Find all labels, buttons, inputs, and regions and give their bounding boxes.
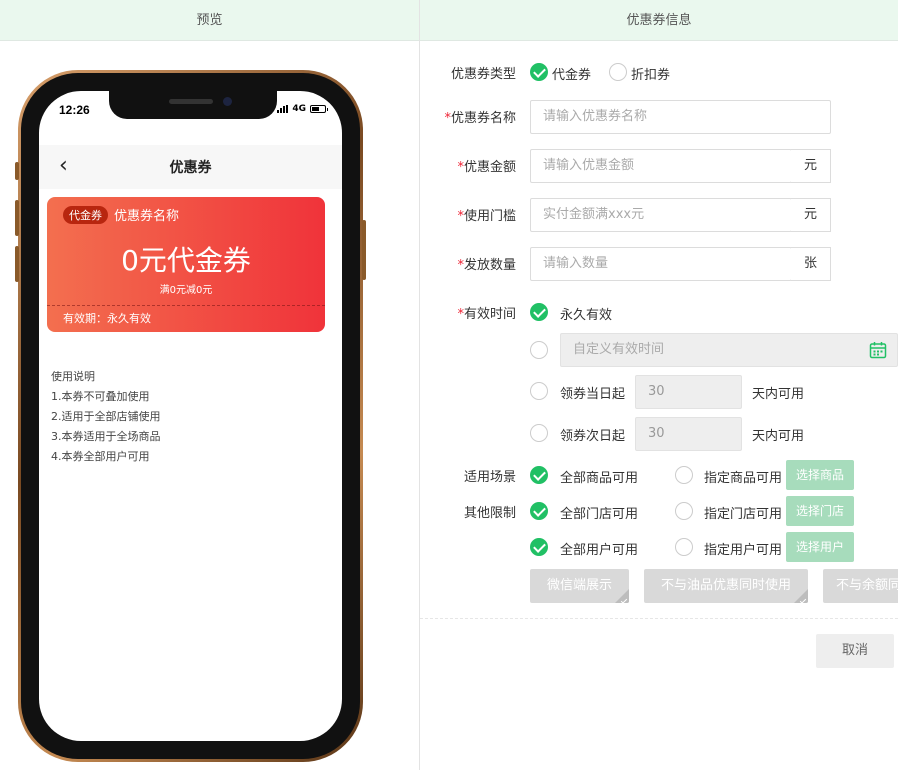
no-balance-chip[interactable]: 不与余额同	[823, 569, 898, 603]
coupon-name-input[interactable]: 请输入优惠券名称	[530, 100, 831, 134]
validity-forever-radio[interactable]	[530, 303, 548, 321]
speaker-grille	[169, 99, 213, 104]
scene-specific-radio[interactable]	[675, 466, 693, 484]
front-camera	[223, 97, 232, 106]
validity-section: *有效时间 永久有效 自定义有效时间 领券当日起 30 天内可用 领券次日起 3…	[420, 302, 898, 452]
coupon-type-badge: 代金券	[63, 206, 108, 224]
validity-same-day-text: 领券当日起	[560, 387, 626, 402]
option-chips-row: 微信端展示 不与油品优惠同时使用 不与余额同	[420, 569, 898, 603]
select-stores-button[interactable]: 选择门店	[786, 496, 855, 526]
quantity-row: *发放数量 请输入数量 张	[420, 247, 898, 281]
store-specific-text: 指定门店可用	[704, 507, 783, 522]
quantity-input[interactable]: 请输入数量	[530, 247, 792, 281]
scene-all-text: 全部商品可用	[560, 471, 639, 486]
quantity-unit: 张	[791, 247, 831, 281]
wechat-display-chip[interactable]: 微信端展示	[530, 569, 629, 603]
user-all-text: 全部用户可用	[560, 543, 639, 558]
validity-label: *有效时间	[457, 307, 516, 322]
coupon-amount: 0元代金券	[121, 244, 251, 277]
phone-frame: 12:26 4G ‹ 优惠券 代金券 优惠券名称 0元代金券 满0元减0元 有效…	[15, 70, 366, 762]
threshold-label: *使用门槛	[457, 209, 516, 224]
user-specific-text: 指定用户可用	[704, 543, 783, 558]
coupon-name-label: *优惠券名称	[444, 111, 516, 126]
usage-line: 3.本券适用于全场商品	[51, 430, 161, 443]
preview-header: 预览	[0, 0, 419, 41]
usage-line: 1.本券不可叠加使用	[51, 390, 150, 403]
user-limit-row: 全部用户可用 指定用户可用 选择用户	[420, 532, 898, 562]
scene-label: 适用场景	[463, 470, 516, 485]
usage-line: 4.本券全部用户可用	[51, 450, 150, 463]
usage-line: 使用说明	[51, 370, 95, 383]
coupon-type-discount-text: 折扣券	[631, 68, 671, 83]
next-day-suffix: 天内可用	[752, 429, 805, 444]
footer-divider	[420, 618, 898, 619]
validity-custom-radio[interactable]	[530, 341, 548, 359]
usage-notes: 使用说明 1.本券不可叠加使用 2.适用于全部店铺使用 3.本券适用于全场商品 …	[51, 367, 161, 467]
nav-bar: ‹ 优惠券	[39, 145, 342, 189]
coupon-validity: 有效期：永久有效	[63, 312, 151, 325]
coupon-name: 优惠券名称	[114, 209, 180, 224]
select-products-button[interactable]: 选择商品	[786, 460, 855, 490]
volume-up-button	[15, 200, 19, 236]
phone-bezel: 12:26 4G ‹ 优惠券 代金券 优惠券名称 0元代金券 满0元减0元 有效…	[21, 73, 360, 759]
threshold-input[interactable]: 实付金额满xxx元	[530, 198, 792, 232]
scene-specific-text: 指定商品可用	[704, 471, 783, 486]
store-limit-row: 其他限制 全部门店可用 指定门店可用 选择门店	[420, 496, 898, 526]
coupon-name-row: *优惠券名称 请输入优惠券名称	[420, 100, 898, 134]
coupon-type-voucher-radio[interactable]	[530, 63, 548, 81]
phone-screen: 12:26 4G ‹ 优惠券 代金券 优惠券名称 0元代金券 满0元减0元 有效…	[39, 91, 342, 741]
mute-switch	[15, 162, 19, 180]
coupon-card: 代金券 优惠券名称 0元代金券 满0元减0元 有效期：永久有效	[47, 197, 325, 332]
validity-next-day-radio[interactable]	[530, 424, 548, 442]
coupon-info-header: 优惠券信息	[420, 0, 898, 41]
select-users-button[interactable]: 选择用户	[786, 532, 855, 562]
calendar-icon[interactable]	[869, 341, 887, 359]
threshold-row: *使用门槛 实付金额满xxx元 元	[420, 198, 898, 232]
signal-icon	[277, 105, 289, 113]
cancel-button[interactable]: 取消	[816, 634, 894, 668]
nav-title: 优惠券	[169, 160, 212, 176]
store-all-radio[interactable]	[530, 502, 548, 520]
scene-row: 适用场景 全部商品可用 指定商品可用 选择商品	[420, 460, 898, 490]
same-day-suffix: 天内可用	[752, 387, 805, 402]
phone-notch	[109, 91, 277, 119]
battery-icon	[310, 105, 328, 113]
network-label: 4G	[292, 104, 306, 114]
status-time: 12:26	[59, 103, 90, 117]
user-all-radio[interactable]	[530, 538, 548, 556]
next-day-days-input[interactable]: 30	[635, 417, 742, 451]
discount-amount-label: *优惠金额	[457, 160, 516, 175]
user-specific-radio[interactable]	[675, 538, 693, 556]
store-all-text: 全部门店可用	[560, 507, 639, 522]
coupon-divider	[47, 305, 325, 306]
validity-forever-text: 永久有效	[560, 308, 613, 323]
threshold-unit: 元	[791, 198, 831, 232]
validity-same-day-radio[interactable]	[530, 382, 548, 400]
discount-amount-row: *优惠金额 请输入优惠金额 元	[420, 149, 898, 183]
scene-all-radio[interactable]	[530, 466, 548, 484]
volume-down-button	[15, 246, 19, 282]
coupon-type-row: 优惠券类型 代金券 折扣券	[420, 62, 898, 83]
no-fuel-discount-chip[interactable]: 不与油品优惠同时使用	[644, 569, 808, 603]
custom-validity-input[interactable]: 自定义有效时间	[560, 333, 898, 367]
coupon-rule: 满0元减0元	[159, 285, 213, 296]
same-day-days-input[interactable]: 30	[635, 375, 742, 409]
status-indicators: 4G	[277, 104, 328, 114]
validity-next-day-text: 领券次日起	[560, 429, 626, 444]
coupon-type-voucher-text: 代金券	[552, 68, 592, 83]
power-button	[362, 220, 366, 280]
coupon-type-discount-radio[interactable]	[609, 63, 627, 81]
quantity-label: *发放数量	[457, 258, 516, 273]
usage-line: 2.适用于全部店铺使用	[51, 410, 161, 423]
limits-label: 其他限制	[463, 506, 516, 521]
discount-amount-input[interactable]: 请输入优惠金额	[530, 149, 792, 183]
coupon-type-label: 优惠券类型	[450, 67, 516, 82]
store-specific-radio[interactable]	[675, 502, 693, 520]
discount-amount-unit: 元	[791, 149, 831, 183]
